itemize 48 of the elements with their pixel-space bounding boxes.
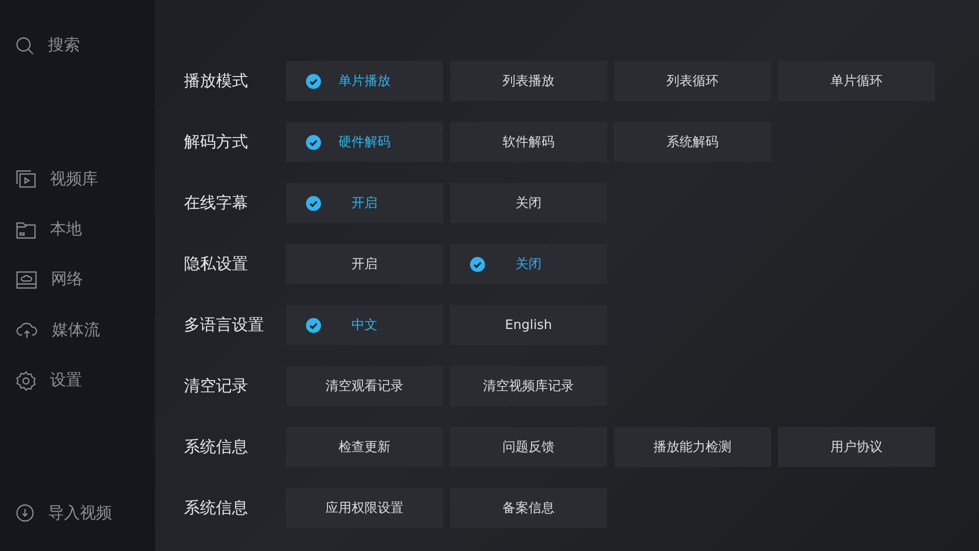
network-drive-icon <box>16 270 37 289</box>
sidebar-item[interactable]: 网络 <box>16 267 155 293</box>
option-button[interactable]: 清空视频库记录 <box>450 366 607 406</box>
option-button[interactable]: 系统解码 <box>614 122 771 162</box>
setting-label: 隐私设置 <box>184 254 249 274</box>
setting-label: 播放模式 <box>184 70 249 92</box>
option-button[interactable]: 关闭 <box>450 183 607 223</box>
sidebar-item[interactable]: 视频库 <box>16 166 155 192</box>
import-video-item[interactable]: 导入视频 <box>16 500 155 526</box>
setting-label: 多语言设置 <box>184 314 265 336</box>
folder-icon <box>16 220 36 239</box>
check-icon <box>306 196 321 211</box>
option-button[interactable]: 用户协议 <box>778 427 935 467</box>
option-button[interactable]: 软件解码 <box>450 122 607 162</box>
option-button[interactable]: 清空观看记录 <box>286 366 443 406</box>
setting-label: 系统信息 <box>184 498 249 518</box>
search-icon <box>16 36 34 55</box>
option-button[interactable]: 中文 <box>286 305 443 345</box>
option-button[interactable]: 备案信息 <box>450 488 607 528</box>
setting-label: 解码方式 <box>184 132 249 152</box>
check-icon <box>306 74 321 89</box>
option-button[interactable]: 开启 <box>286 244 443 284</box>
setting-label: 系统信息 <box>184 436 249 458</box>
option-button[interactable]: English <box>450 305 607 345</box>
setting-label: 在线字幕 <box>184 192 249 214</box>
option-button[interactable]: 检查更新 <box>286 427 443 467</box>
option-button[interactable]: 单片播放 <box>286 61 443 101</box>
cloud-upload-icon <box>16 321 38 340</box>
option-button[interactable]: 列表循环 <box>614 61 771 101</box>
option-button[interactable]: 硬件解码 <box>286 122 443 162</box>
option-button[interactable]: 列表播放 <box>450 61 607 101</box>
setting-label: 清空记录 <box>184 376 249 396</box>
settings-icon <box>16 370 36 391</box>
option-button[interactable]: 关闭 <box>450 244 607 284</box>
sidebar-item[interactable]: 媒体流 <box>16 318 155 344</box>
sidebar-item[interactable]: 设置 <box>16 368 155 394</box>
option-button[interactable]: 播放能力检测 <box>614 427 771 467</box>
download-icon <box>16 504 34 522</box>
option-button[interactable]: 单片循环 <box>778 61 935 101</box>
check-icon <box>306 135 321 150</box>
video-library-icon <box>16 170 36 188</box>
option-button[interactable]: 问题反馈 <box>450 427 607 467</box>
check-icon <box>306 318 321 333</box>
option-button[interactable]: 应用权限设置 <box>286 488 443 528</box>
option-button[interactable]: 开启 <box>286 183 443 223</box>
search-item[interactable]: 搜索 <box>16 33 155 58</box>
sidebar-item[interactable]: 本地 <box>16 216 155 242</box>
check-icon <box>470 257 485 272</box>
